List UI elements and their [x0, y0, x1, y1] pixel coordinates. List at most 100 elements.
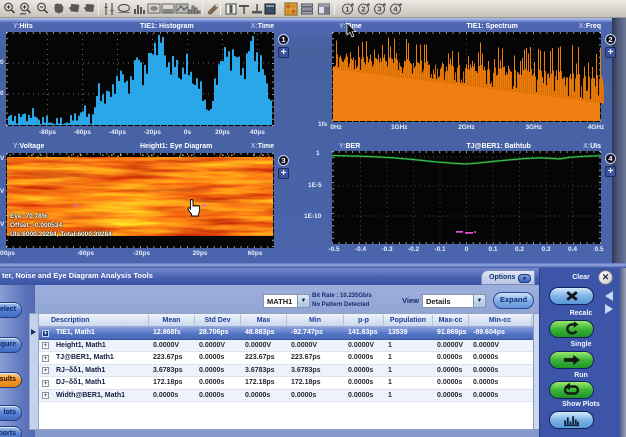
measurement-name: TJ@BER1, Math1 — [52, 352, 149, 365]
x-tick-label: 1GHz — [391, 124, 408, 131]
cell-p-p: 0.0000s — [344, 377, 384, 390]
view-value: Details — [426, 297, 451, 306]
cell-std-dev: 0.0000s — [195, 365, 241, 378]
x-tick-label: -80ps — [39, 129, 56, 136]
column-header-min[interactable]: Min — [287, 315, 344, 326]
marker-dot — [203, 204, 206, 207]
source-select[interactable]: MATH1 ▼ — [263, 294, 310, 308]
plot-2-badge[interactable]: 2 — [605, 34, 616, 45]
column-header-description[interactable]: Description — [39, 315, 149, 326]
x-tick-label: 4GHz — [588, 124, 605, 131]
plot-3-badge[interactable]: 3 — [278, 155, 289, 166]
mouse-cursor-hand-icon — [186, 198, 203, 218]
plot-x-axis-label: X:Freq — [579, 22, 601, 31]
sidebar-tab-elect[interactable]: elect — [0, 302, 22, 318]
cell-max-cc: 0.0000s — [433, 377, 469, 390]
cell-population: 1 — [384, 365, 433, 378]
x-tick-label: -20ps — [133, 250, 150, 257]
single-arrow-icon — [550, 352, 593, 368]
plot-2-add-button[interactable]: + — [605, 47, 616, 58]
table-row-5[interactable]: +DJ–δδ1, Math1172.18ps0.0000s172.18ps172… — [39, 377, 533, 390]
x-tick-label: 3GHz — [525, 124, 542, 131]
plot-y-axis-label: Y:Hits — [13, 22, 33, 31]
plot-4-add-button[interactable]: + — [605, 166, 616, 177]
options-menu[interactable]: Options ▼ — [481, 270, 535, 285]
x-tick-label: -0.2 — [408, 246, 419, 253]
marker-dot — [74, 204, 77, 207]
x-tick-label: 00ps — [0, 250, 15, 257]
x-tick-label: 0.5 — [594, 246, 603, 253]
outer-edge-strip — [620, 268, 626, 437]
plot-y-axis-label: Y:BER — [339, 142, 360, 151]
table-row-3[interactable]: +TJ@BER1, Math1223.67ps0.0000s223.67ps22… — [39, 352, 533, 365]
table-row-6[interactable]: +Width@BER1, Math10.0000s0.0000s0.0000s0… — [39, 390, 533, 403]
run-button[interactable] — [549, 381, 594, 399]
column-header-max-cc[interactable]: Max-cc — [433, 315, 469, 326]
cell-max: 172.18ps — [241, 377, 287, 390]
chevron-down-icon[interactable]: ▼ — [518, 274, 531, 283]
source-value: MATH1 — [267, 297, 292, 306]
cell-population: 1 — [384, 377, 433, 390]
cell-mean: 172.18ps — [149, 377, 195, 390]
expand-row-icon[interactable]: + — [42, 367, 49, 374]
cell-max-cc: 0.0000V — [433, 340, 469, 353]
sidebar-tab-sults[interactable]: sults — [0, 372, 22, 388]
plot-y-axis-label: Y:Voltage — [13, 142, 44, 151]
column-header-mean[interactable]: Mean — [149, 315, 195, 326]
plot-4-badge[interactable]: 4 — [605, 153, 616, 164]
sidebar-tab-lots[interactable]: lots — [0, 405, 22, 421]
chevron-down-icon[interactable]: ▼ — [297, 295, 309, 307]
expand-row-icon[interactable]: + — [42, 392, 49, 399]
cell-p-p: 0.0000s — [344, 352, 384, 365]
show-plots-button[interactable] — [549, 411, 594, 429]
plot-3-add-button[interactable]: + — [278, 168, 289, 179]
measurement-name: Width@BER1, Math1 — [52, 390, 149, 403]
column-header-min-cc[interactable]: Min-cc — [469, 315, 532, 326]
sidebar-tab-figure[interactable]: figure — [0, 337, 22, 353]
expand-button[interactable]: Expand — [493, 292, 534, 309]
sidebar-tab-ports[interactable]: ports — [0, 426, 22, 437]
recalc-label: Recalc — [551, 310, 611, 317]
expand-row-icon[interactable]: + — [42, 342, 49, 349]
y-tick-label: V — [0, 221, 4, 228]
y-tick-label: 1 — [316, 150, 320, 157]
cell-std-dev: 28.706ps — [195, 327, 241, 340]
panel-right-section: ✕ ClearRecalcSingleRunShow Plots — [539, 268, 626, 437]
expand-row-icon[interactable]: + — [42, 380, 49, 387]
column-header-p-p[interactable]: p-p — [344, 315, 384, 326]
cell-min: 0.0000V — [287, 340, 344, 353]
x-tick-label: 60ps — [248, 250, 263, 257]
plot-1-badge[interactable]: 1 — [278, 34, 289, 45]
chevron-down-icon[interactable]: ▼ — [473, 295, 485, 307]
view-select[interactable]: Details ▼ — [422, 294, 486, 308]
cell-max: 223.67ps — [241, 352, 287, 365]
y-tick-label: 0 — [0, 59, 4, 66]
single-button[interactable] — [549, 351, 594, 369]
cell-min-cc: 0.0000s — [469, 352, 532, 365]
column-header-std-dev[interactable]: Std Dev — [195, 315, 241, 326]
table-row-2[interactable]: +Height1, Math10.0000V0.0000V0.0000V0.00… — [39, 340, 533, 353]
application-window: 1234 Y:HitsTIE1: HistogramX:Time00-80ps-… — [0, 0, 626, 437]
cell-std-dev: 0.0000V — [195, 340, 241, 353]
clear-button[interactable] — [549, 287, 594, 305]
expand-row-icon[interactable]: + — [42, 330, 49, 337]
measurement-name: TIE1, Math1 — [52, 327, 149, 340]
cell-max: 48.883ps — [241, 327, 287, 340]
table-row-4[interactable]: +RJ–δδ1, Math13.6783ps0.0000s3.6783ps3.6… — [39, 365, 533, 378]
cell-min-cc: 0.0000s — [469, 365, 532, 378]
x-tick-label: -0.5 — [328, 246, 339, 253]
x-tick-label: 0.4 — [568, 246, 577, 253]
column-header-max[interactable]: Max — [241, 315, 287, 326]
plot-1-add-button[interactable]: + — [278, 47, 289, 58]
x-tick-label: -40ps — [109, 129, 126, 136]
cell-mean: 3.6783ps — [149, 365, 195, 378]
recalc-button[interactable] — [549, 320, 594, 338]
expand-row-icon[interactable]: + — [42, 355, 49, 362]
cell-min: 3.6783ps — [287, 365, 344, 378]
column-header-population[interactable]: Population — [384, 315, 433, 326]
bit-rate-status: Bit Rate : 10.235Gb/s No Pattern Detecte… — [312, 292, 372, 309]
x-tick-label: 0s — [184, 129, 191, 136]
cell-population: 1 — [384, 390, 433, 403]
table-row-1[interactable]: +TIE1, Math112.868fs28.706ps48.883ps-92.… — [39, 327, 533, 340]
nav-left-triangle[interactable] — [605, 291, 613, 301]
